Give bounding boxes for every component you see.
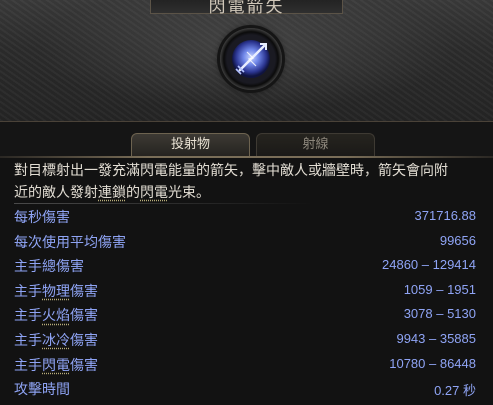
stat-value: 9943 – 35885 [396, 330, 476, 346]
stat-row-lightning-damage: 主手閃電傷害 10780 – 86448 [0, 353, 493, 378]
stat-row-avg-damage: 每次使用平均傷害 99656 [0, 230, 493, 255]
keyword-fire[interactable]: 火焰 [42, 308, 70, 324]
keyword-physical[interactable]: 物理 [42, 284, 70, 300]
stat-value: 3078 – 5130 [403, 306, 476, 322]
skill-title: 閃電箭矢 [208, 0, 285, 17]
description-line-1: 對目標射出一發充滿閃電能量的箭矢，擊中敵人或牆壁時，箭矢會向附 [14, 163, 448, 179]
tab-beam[interactable]: 射線 [256, 133, 375, 157]
stat-row-cold-damage: 主手冰冷傷害 9943 – 35885 [0, 328, 493, 353]
stat-row-dps: 每秒傷害 371716.88 [0, 205, 493, 230]
stat-label: 主手物理傷害 [14, 283, 98, 300]
keyword-cold[interactable]: 冰冷 [42, 333, 70, 349]
stat-label: 主手冰冷傷害 [14, 332, 98, 349]
stat-row-attack-time: 攻擊時間 0.27 秒 [0, 377, 493, 402]
description-line-2: 近的敵人發射連鎖的閃電光束。 [14, 182, 484, 204]
stat-value: 371716.88 [414, 208, 476, 223]
skill-tooltip-panel: 閃電箭矢 投射物 射線 對目標射出一發充滿閃電能量的箭矢，擊中敵人或牆壁時，箭矢… [0, 0, 493, 405]
stat-label: 每次使用平均傷害 [14, 234, 126, 251]
description-text: 的 [126, 185, 140, 201]
skill-header: 閃電箭矢 [0, 0, 493, 122]
stat-value: 1059 – 1951 [403, 281, 476, 297]
description-text: 近的敵人發射 [14, 185, 98, 201]
description-text: 光束。 [168, 185, 210, 201]
stat-label: 主手閃電傷害 [14, 357, 98, 374]
stat-label: 每秒傷害 [14, 210, 70, 226]
keyword-chain[interactable]: 連鎖 [98, 185, 126, 201]
stat-value: 10780 – 86448 [389, 355, 476, 371]
stat-label: 攻擊時間 [14, 382, 70, 399]
stat-value: 24860 – 129414 [382, 257, 476, 273]
stat-label: 主手總傷害 [14, 259, 84, 276]
keyword-lightning[interactable]: 閃電 [42, 358, 70, 374]
stat-value: 0.27 秒 [434, 383, 476, 399]
tab-projectile[interactable]: 投射物 [131, 133, 250, 157]
description-separator [14, 203, 314, 204]
stat-row-fire-damage: 主手火焰傷害 3078 – 5130 [0, 303, 493, 328]
keyword-lightning[interactable]: 閃電 [140, 185, 168, 201]
stats-list: 每秒傷害 371716.88 每次使用平均傷害 99656 主手總傷害 2486… [0, 205, 493, 402]
stat-row-total-damage: 主手總傷害 24860 – 129414 [0, 254, 493, 279]
stat-label: 主手火焰傷害 [14, 308, 98, 325]
skill-description: 對目標射出一發充滿閃電能量的箭矢，擊中敵人或牆壁時，箭矢會向附 近的敵人發射連鎖… [14, 160, 484, 204]
stat-value: 99656 [439, 232, 476, 248]
stat-row-physical-damage: 主手物理傷害 1059 – 1951 [0, 279, 493, 304]
lightning-arrow-icon [220, 28, 282, 90]
